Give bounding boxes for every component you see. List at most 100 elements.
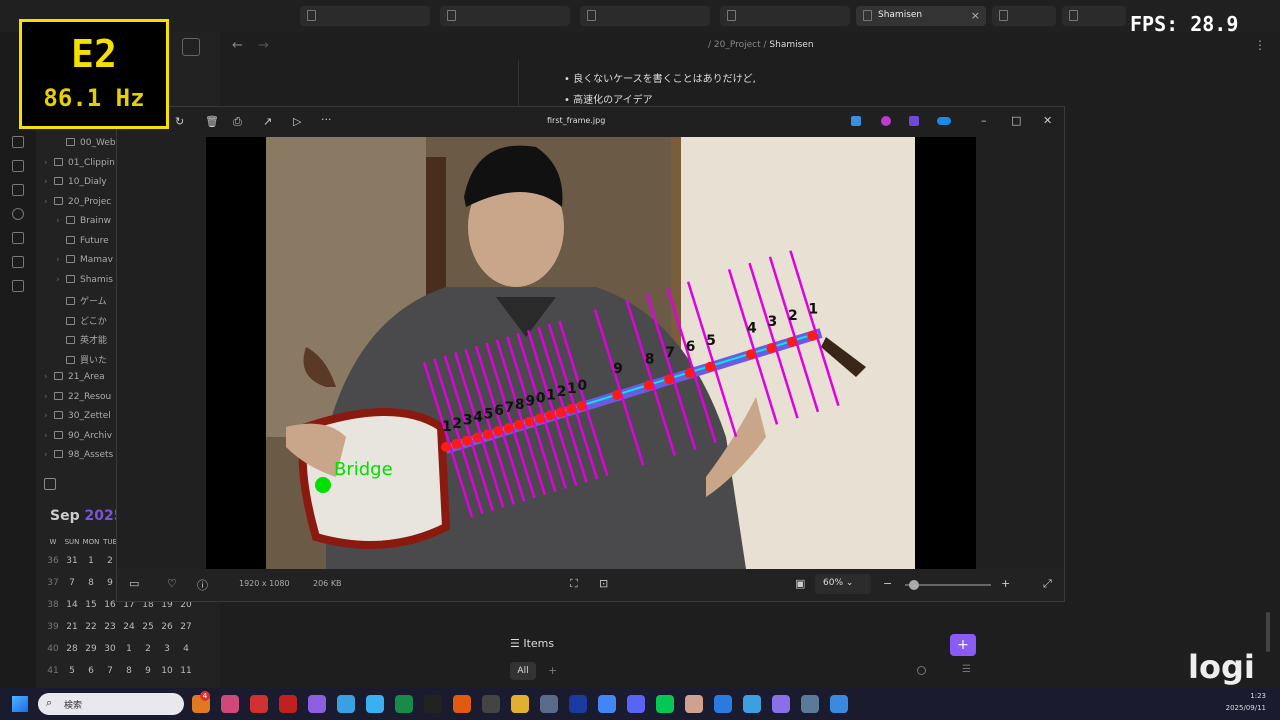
app-icon[interactable]	[453, 695, 471, 713]
search-icon[interactable]	[917, 666, 926, 675]
app-icon[interactable]	[424, 695, 442, 713]
folder-item[interactable]: › 21_Area	[44, 372, 105, 382]
close-icon[interactable]: ×	[971, 9, 980, 22]
calendar-day[interactable]: 29	[82, 644, 100, 654]
calendar-day[interactable]: 14	[63, 600, 81, 610]
filmstrip-icon[interactable]: ▭	[129, 577, 139, 590]
bitwarden-icon[interactable]	[569, 695, 587, 713]
tab-shamisen[interactable]: Shamisen ×	[856, 6, 986, 26]
maximize-icon[interactable]: □	[1011, 114, 1021, 127]
calendar-day[interactable]: 7	[63, 578, 81, 588]
calendar-day[interactable]: 1	[82, 556, 100, 566]
share-icon[interactable]: ↗	[263, 115, 272, 128]
add-item-button[interactable]: +	[950, 634, 976, 656]
zoom-select[interactable]: 60% ⌄	[815, 574, 871, 594]
file-item[interactable]: どこか	[56, 314, 107, 327]
folder-item[interactable]: › Mamav	[56, 255, 113, 265]
calendar-day[interactable]: 5	[63, 666, 81, 676]
calendar-day[interactable]: 27	[177, 622, 195, 632]
folder-item[interactable]: › 30_Zettel	[44, 411, 111, 421]
tab[interactable]	[720, 6, 850, 26]
tab[interactable]	[300, 6, 430, 26]
template-icon[interactable]	[12, 280, 24, 292]
app-icon[interactable]	[801, 695, 819, 713]
settings-icon[interactable]	[540, 695, 558, 713]
discord-icon[interactable]	[627, 695, 645, 713]
tab[interactable]	[440, 6, 570, 26]
graph-icon[interactable]	[12, 184, 24, 196]
forward-icon[interactable]: →	[258, 38, 269, 53]
back-icon[interactable]: ←	[232, 38, 243, 53]
designer-icon[interactable]	[851, 116, 861, 126]
media-icon[interactable]	[279, 695, 297, 713]
breadcrumb-parent[interactable]: / 20_Project /	[708, 40, 767, 50]
chrome-icon[interactable]	[598, 695, 616, 713]
app-icon[interactable]	[366, 695, 384, 713]
calendar-icon[interactable]	[44, 478, 56, 490]
home-icon[interactable]	[12, 256, 24, 268]
zoom-in-icon[interactable]: +	[1001, 577, 1010, 590]
app-icon[interactable]	[772, 695, 790, 713]
folder-item[interactable]: › 01_Clippin	[44, 157, 115, 168]
zoom-out-icon[interactable]: −	[883, 577, 892, 590]
calendar-day[interactable]: 30	[101, 644, 119, 654]
folder-item[interactable]: › 20_Projec	[44, 196, 111, 207]
calendar-day[interactable]: 2	[139, 644, 157, 654]
calendar-day[interactable]: 23	[101, 622, 119, 632]
more-icon[interactable]: ···	[321, 113, 332, 126]
info-icon[interactable]: ⓘ	[197, 577, 208, 593]
calendar-day[interactable]: 22	[82, 622, 100, 632]
search-box[interactable]: ⌕ 検索	[38, 693, 184, 715]
app-icon[interactable]	[743, 695, 761, 713]
delete-icon[interactable]: 🗑	[205, 115, 219, 128]
slideshow-icon[interactable]: ▷	[293, 115, 301, 128]
file-item[interactable]: 英才能	[56, 333, 107, 346]
calendar-day[interactable]: 11	[177, 666, 195, 676]
calendar-day[interactable]: 25	[139, 622, 157, 632]
folder-item[interactable]: › 22_Resou	[44, 391, 111, 402]
app-icon[interactable]	[337, 695, 355, 713]
tab[interactable]	[992, 6, 1056, 26]
vscode-icon[interactable]	[714, 695, 732, 713]
calendar-icon[interactable]	[395, 695, 413, 713]
rotate-icon[interactable]: ↻	[175, 115, 184, 128]
actual-size-icon[interactable]: ⊡	[599, 577, 608, 590]
folder-item[interactable]: › 98_Assets	[44, 450, 113, 460]
file-item[interactable]: 買いた	[56, 353, 107, 366]
calendar-day[interactable]: 9	[139, 666, 157, 676]
folder-item[interactable]: › 90_Archiv	[44, 430, 112, 441]
calendar-day[interactable]: 10	[158, 666, 176, 676]
scrollbar[interactable]	[1266, 612, 1270, 652]
terminal-icon[interactable]	[482, 695, 500, 713]
calendar-day[interactable]: 26	[158, 622, 176, 632]
zoom-slider[interactable]	[905, 580, 991, 590]
calendar-day[interactable]: 7	[101, 666, 119, 676]
close-window-icon[interactable]: ✕	[1043, 114, 1052, 127]
tab[interactable]	[580, 6, 710, 26]
favorite-icon[interactable]: ♡	[167, 577, 177, 590]
folder-item[interactable]: › Brainw	[56, 216, 111, 226]
calendar-day[interactable]: 21	[63, 622, 81, 632]
calendar-day[interactable]: 8	[82, 578, 100, 588]
zoom-slider-thumb[interactable]	[909, 580, 920, 590]
calendar-icon[interactable]	[12, 232, 24, 244]
canvas-icon[interactable]	[12, 160, 24, 172]
print-icon[interactable]: ⎙	[233, 115, 242, 129]
calendar-day[interactable]: 4	[177, 644, 195, 654]
filter-all-tab[interactable]: All	[510, 662, 536, 680]
calendar-day[interactable]: 3	[158, 644, 176, 654]
calendar-day[interactable]: 15	[82, 600, 100, 610]
view-icon[interactable]: ▣	[795, 577, 805, 590]
calendar-day[interactable]: 6	[82, 666, 100, 676]
calendar-day[interactable]: 31	[63, 556, 81, 566]
file-explorer-icon[interactable]	[511, 695, 529, 713]
file-item[interactable]: ゲーム	[56, 294, 107, 307]
calendar-day[interactable]: 28	[63, 644, 81, 654]
list-icon[interactable]: ☰	[962, 664, 971, 675]
calendar-day[interactable]: 8	[120, 666, 138, 676]
onedrive-icon[interactable]	[937, 117, 951, 125]
add-filter-icon[interactable]: +	[548, 664, 557, 677]
line-icon[interactable]	[656, 695, 674, 713]
fullscreen-icon[interactable]: ⤢	[1043, 577, 1052, 591]
zotero-icon[interactable]	[250, 695, 268, 713]
